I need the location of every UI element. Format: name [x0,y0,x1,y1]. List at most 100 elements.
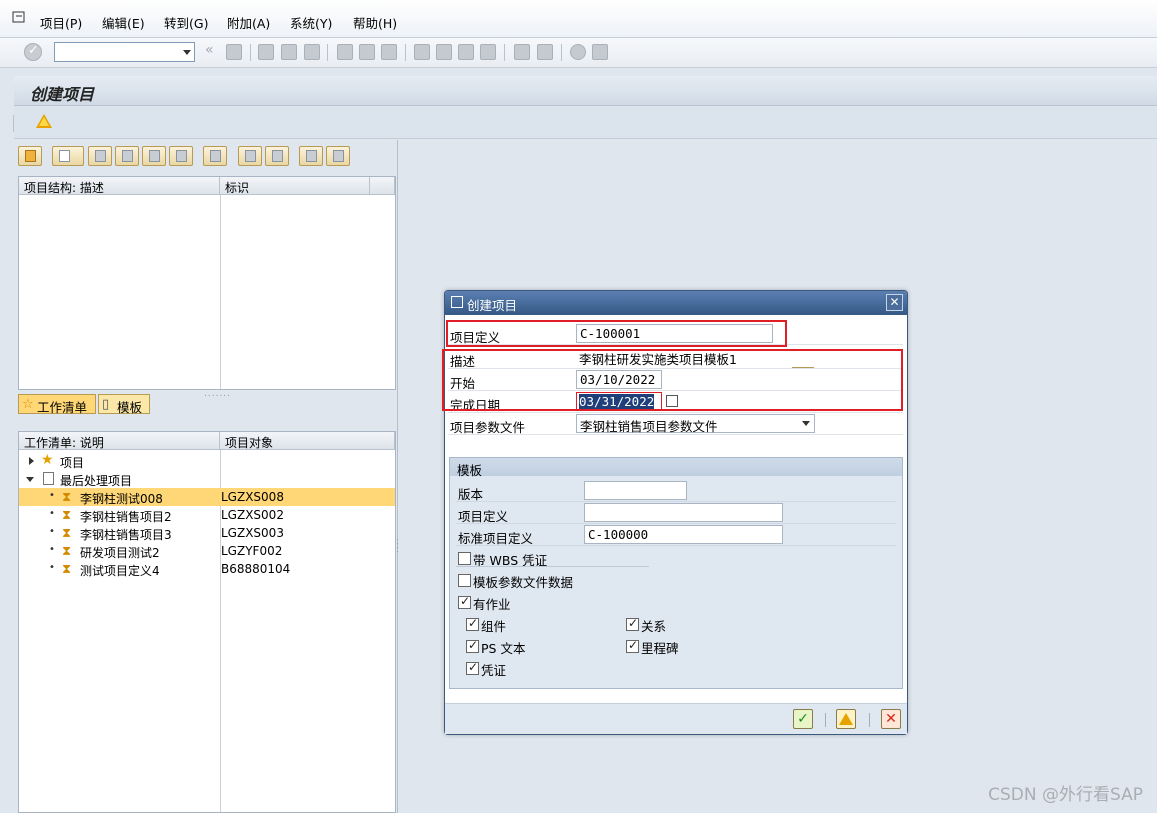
copy-icon[interactable] [115,146,139,166]
paste-icon[interactable] [142,146,166,166]
command-field[interactable] [54,42,195,62]
menu-window-icon[interactable] [12,10,26,24]
tab-worklist[interactable]: ☆ 工作清单 [18,394,96,415]
application-toolbar [13,107,1157,139]
node-label: 李钢柱测试008 [80,492,163,506]
ps-text-checkbox[interactable] [466,638,479,653]
find-icon[interactable] [359,44,375,60]
save-icon[interactable] [226,44,242,60]
first-page-icon[interactable] [414,44,430,60]
cancel-icon[interactable] [304,44,320,60]
menu-project[interactable]: 项目(P) [40,13,82,32]
expand-icon[interactable] [299,146,323,166]
expand-arrow-icon[interactable] [29,457,34,465]
column-divider [220,195,221,389]
node-label: 李钢柱销售项目2 [80,510,172,524]
profile-select[interactable]: 李钢柱销售项目参数文件 [576,414,815,434]
cut-icon[interactable] [88,146,112,166]
node-label: 测试项目定义4 [80,564,160,578]
project-definition-icon: ⧗ [62,508,72,523]
undo-icon[interactable] [169,146,193,166]
print-icon[interactable] [337,44,353,60]
bullet-icon: • [49,508,55,519]
collapse-icon[interactable]: « [205,42,214,58]
collapse-icon[interactable] [326,146,350,166]
template-project-input[interactable] [584,503,783,522]
menu-help[interactable]: 帮助(H) [353,13,397,32]
template-group: 模板 版本 项目定义 标准项目定义 C-100000 带 WBS 凭证 模板参数… [449,457,903,689]
std-project-label: 标准项目定义 [458,531,534,546]
watermark-text: CSDN @外行看SAP [988,785,1143,805]
cancel-button[interactable]: ✕ [881,709,901,729]
confirm-button[interactable]: ✓ [793,709,813,729]
vertical-splitter[interactable]: ::: [396,538,399,555]
components-checkbox[interactable] [466,616,479,631]
std-project-input[interactable]: C-100000 [584,525,783,544]
star-icon: ★ [41,452,54,468]
menu-edit[interactable]: 编辑(E) [102,13,145,32]
layout-icon[interactable] [592,44,608,60]
last-page-icon[interactable] [480,44,496,60]
chevron-down-icon[interactable] [183,50,191,55]
close-icon[interactable]: ✕ [886,294,903,311]
menu-system[interactable]: 系统(Y) [290,13,332,32]
activities-checkbox[interactable] [458,594,471,609]
open-folder-icon[interactable] [18,146,42,166]
find-next-icon[interactable] [265,146,289,166]
activities-checkbox-label: 有作业 [473,597,511,612]
toolbar-separator [13,115,14,132]
bullet-icon: • [49,562,55,573]
menu-extras[interactable]: 附加(A) [227,13,270,32]
node-label: 李钢柱销售项目3 [80,528,172,542]
shortcut-icon[interactable] [537,44,553,60]
back-icon[interactable] [258,44,274,60]
tab-templates[interactable]: ▯ 模板 [98,394,150,415]
tree-node-recent[interactable]: 最后处理项目 [19,470,395,488]
warning-button[interactable] [836,709,856,729]
bullet-icon: • [49,526,55,537]
help-icon[interactable] [570,44,586,60]
chevron-down-icon[interactable] [802,421,810,426]
milestones-checkbox[interactable] [626,638,639,653]
template-project-label: 项目定义 [458,509,509,524]
tree-node-project[interactable]: • ⧗ 测试项目定义4 B68880104 [19,560,395,578]
column-header-object[interactable]: 项目对象 [220,432,395,450]
toolbar-separator [504,44,505,61]
tree-node-projects[interactable]: ★ 项目 [19,452,395,470]
collapse-arrow-icon[interactable] [26,477,34,482]
menu-goto[interactable]: 转到(G) [164,13,208,32]
panel-splitter[interactable]: ....... [204,389,231,399]
enter-icon[interactable] [24,43,42,61]
highlight-box [442,349,903,411]
tree-node-project[interactable]: • ⧗ 李钢柱销售项目2 LGZXS002 [19,506,395,524]
title-bar: 创建项目 [14,76,1157,106]
find-next-icon[interactable] [381,44,397,60]
find-icon[interactable] [238,146,262,166]
create-object-icon[interactable] [52,146,84,166]
worklist-tree[interactable]: 工作清单: 说明 项目对象 ★ 项目 最后处理项目 • ⧗ 李钢柱测试008 L… [18,431,396,813]
new-session-icon[interactable] [514,44,530,60]
delete-icon[interactable] [203,146,227,166]
exit-icon[interactable] [281,44,297,60]
wbs-checkbox[interactable] [458,552,471,565]
profile-data-checkbox[interactable] [458,574,471,587]
tree-node-project[interactable]: • ⧗ 研发项目测试2 LGZYF002 [19,542,395,560]
project-definition-icon: ⧗ [62,562,72,577]
warning-icon[interactable] [36,114,52,128]
dialog-title-bar[interactable]: 创建项目 ✕ [445,291,907,315]
column-header-worklist[interactable]: 工作清单: 说明 [19,432,220,450]
version-input[interactable] [584,481,687,500]
documents-checkbox[interactable] [466,660,479,675]
tree-node-project[interactable]: • ⧗ 李钢柱销售项目3 LGZXS003 [19,524,395,542]
create-project-dialog: 创建项目 ✕ 项目定义 C-100001 ⌕ 描述 李钢柱研发实施类项目模板1 … [442,290,908,735]
template-project-row: 项目定义 [456,502,896,524]
column-header-id[interactable]: 标识 [220,177,370,195]
tree-node-project[interactable]: • ⧗ 李钢柱测试008 LGZXS008 [19,488,395,506]
next-page-icon[interactable] [458,44,474,60]
relations-checkbox[interactable] [626,616,639,631]
toolbar-separator [250,44,251,61]
prev-page-icon[interactable] [436,44,452,60]
structure-tree[interactable]: 项目结构: 描述 标识 [18,176,396,390]
column-header-structure[interactable]: 项目结构: 描述 [19,177,220,195]
profile-row: 项目参数文件 李钢柱销售项目参数文件 [448,413,903,435]
